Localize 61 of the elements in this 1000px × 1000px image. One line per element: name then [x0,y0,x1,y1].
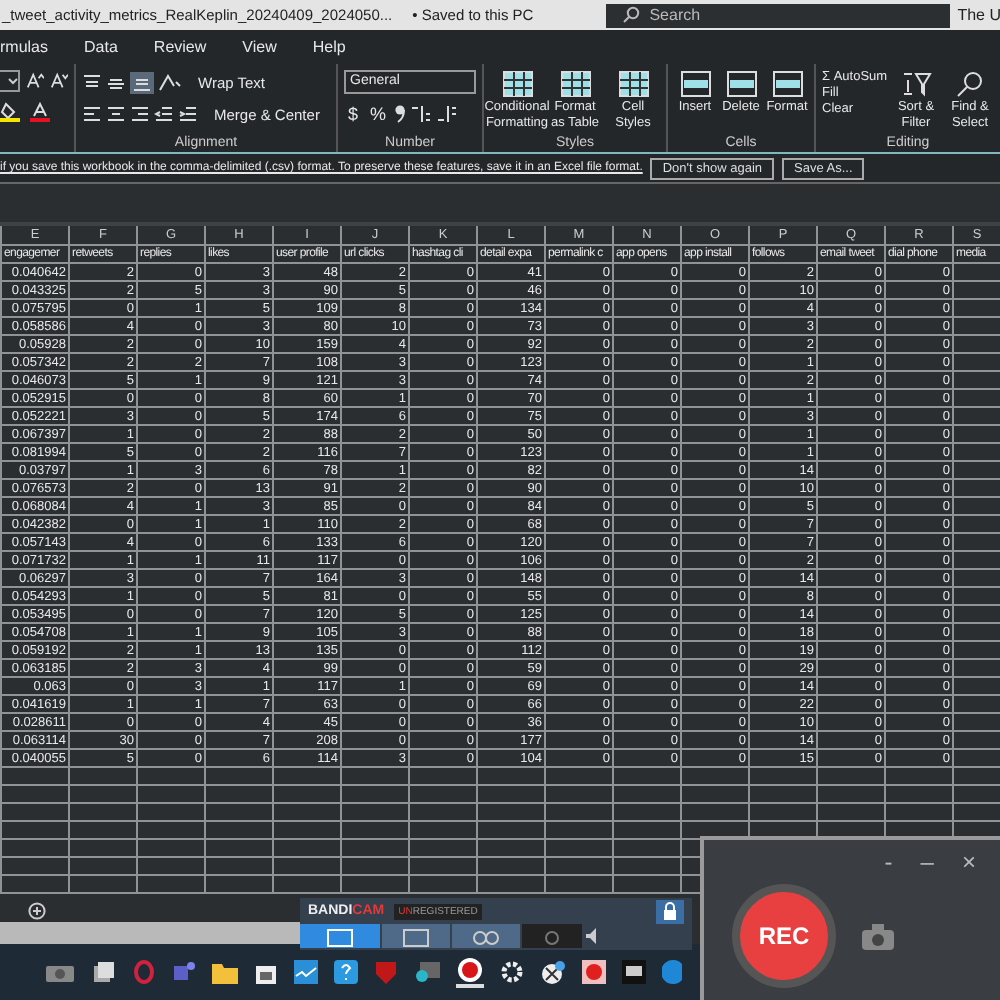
dash-button[interactable]: - [884,848,893,876]
camera-icon[interactable] [860,922,896,950]
webcam-icon[interactable] [522,924,582,948]
align-middle-icon[interactable] [106,73,126,91]
lock-icon[interactable] [656,899,684,923]
increase-font-icon[interactable] [26,72,44,90]
ribbon-tab[interactable]: View [242,34,277,60]
device-mode-icon[interactable] [452,924,520,948]
decrease-indent-icon[interactable] [154,105,174,123]
decrease-decimal-icon[interactable] [436,104,459,124]
xbox-icon[interactable] [540,959,566,985]
comma-style-icon[interactable] [394,104,407,124]
increase-indent-icon[interactable] [178,105,198,123]
horizontal-scrollbar[interactable] [0,922,300,944]
fill-color-icon[interactable] [0,101,24,121]
camera-icon[interactable] [44,960,76,984]
screen-mode-icon[interactable] [300,924,380,948]
record-icon[interactable] [456,956,484,988]
table-grid-icon [617,70,649,98]
circle-app-icon[interactable] [582,960,606,984]
ribbon-tab[interactable]: Help [312,34,346,60]
help-icon[interactable] [334,960,358,984]
ribbon-tab[interactable]: Review [153,34,207,60]
font-size-field[interactable] [0,70,20,92]
cell-row-icon [725,70,757,98]
increase-decimal-icon[interactable] [410,104,433,124]
search-icon [621,6,640,24]
align-left-icon[interactable] [82,105,102,123]
cell-row-icon [679,70,711,98]
table-grid-icon [559,70,591,98]
ribbon-tab[interactable]: rmulas [0,34,49,60]
magnifier-app-icon[interactable] [414,960,440,984]
game-mode-icon[interactable] [382,924,450,948]
align-right-icon[interactable] [130,105,150,123]
ribbon-tab[interactable]: Data [84,34,118,60]
cell-row-icon [771,70,803,98]
add-sheet-icon[interactable] [28,901,46,919]
ring-icon[interactable] [132,960,156,984]
people-icon[interactable] [172,960,196,984]
dark-app-icon[interactable] [622,960,646,984]
align-top-icon[interactable] [82,73,102,91]
sort-filter-icon [900,70,932,98]
record-button[interactable]: REC [732,884,836,988]
percent-button[interactable]: % [366,104,391,124]
magnifier-icon [956,70,984,98]
account-name[interactable]: The U [957,6,1000,24]
windows-icon[interactable] [92,960,116,984]
caret-icon [8,77,18,85]
settings-icon[interactable] [500,960,524,984]
decrease-font-icon[interactable] [50,72,68,90]
search-field[interactable]: Search [605,3,950,27]
currency-button[interactable]: $ [344,104,363,124]
orientation-icon[interactable] [158,73,182,91]
table-grid-icon [501,70,533,98]
minimize-button[interactable]: – [920,848,934,876]
close-button[interactable]: × [961,848,976,876]
font-color-icon[interactable] [30,101,54,121]
align-center-icon[interactable] [106,105,126,123]
align-bottom-icon[interactable] [130,71,154,93]
chart-app-icon[interactable] [294,960,318,984]
folder-icon[interactable] [212,961,238,983]
